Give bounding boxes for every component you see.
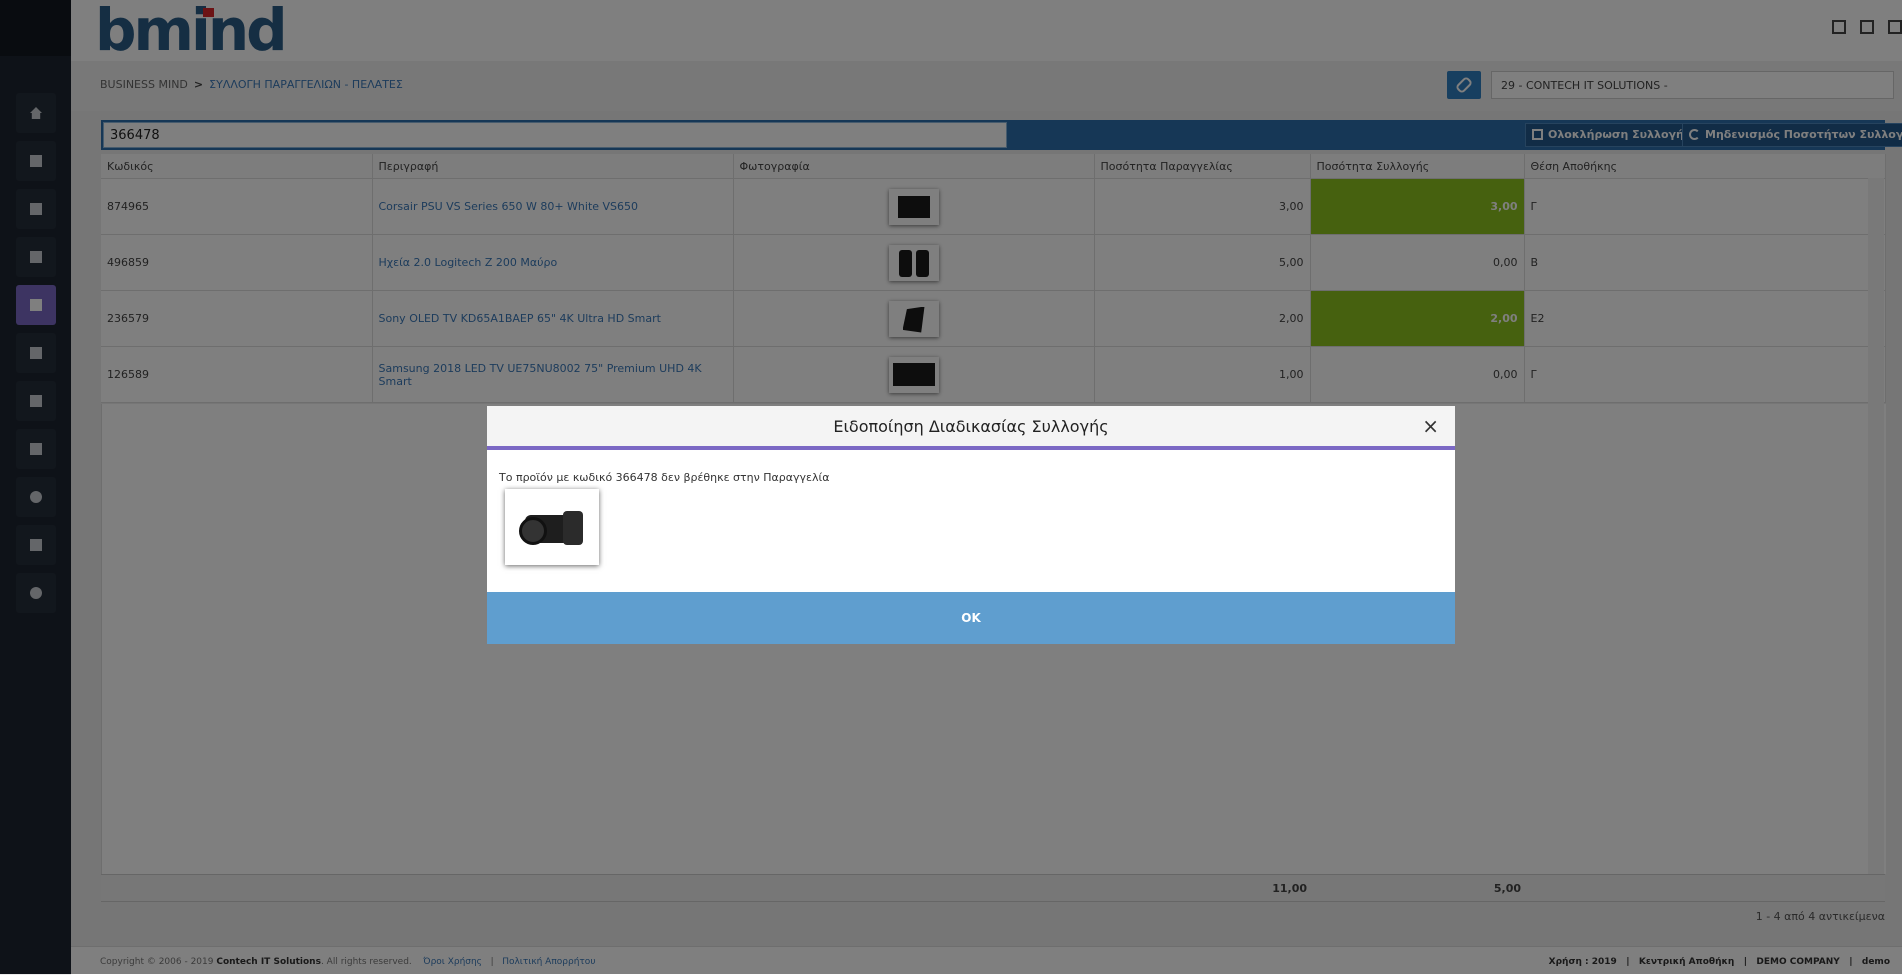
dialog-title: Ειδοποίηση Διαδικασίας Συλλογής <box>833 417 1109 436</box>
dialog-message: Το προϊόν με κωδικό 366478 δεν βρέθηκε σ… <box>499 471 830 484</box>
product-image-camera <box>505 489 599 565</box>
camera-second-lens-shape <box>563 511 583 545</box>
close-icon[interactable]: × <box>1422 414 1439 438</box>
ok-button[interactable]: OK <box>487 592 1455 644</box>
dialog-header: Ειδοποίηση Διαδικασίας Συλλογής × <box>487 406 1455 450</box>
collection-notice-dialog: Ειδοποίηση Διαδικασίας Συλλογής × Το προ… <box>487 406 1455 644</box>
camera-lens-shape <box>519 517 547 545</box>
